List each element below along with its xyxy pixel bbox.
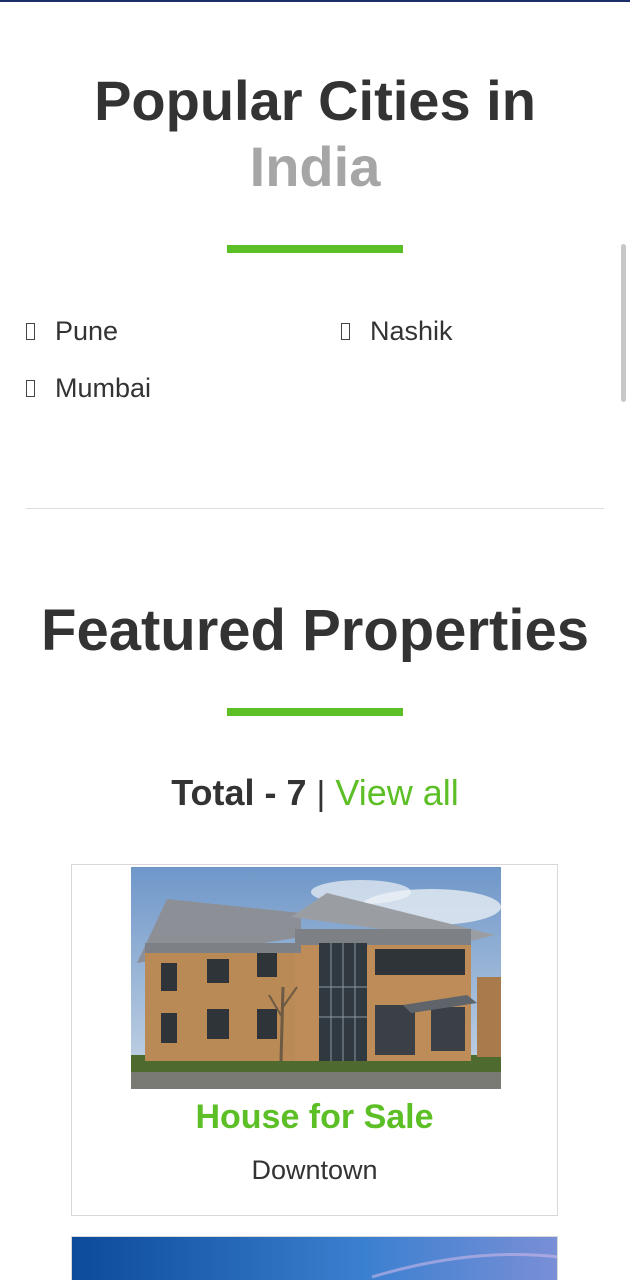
cities-title-line1: Popular Cities in bbox=[94, 69, 536, 132]
city-label: Pune bbox=[55, 316, 119, 346]
location-icon bbox=[26, 323, 35, 340]
property-image[interactable] bbox=[131, 867, 501, 1089]
location-icon bbox=[341, 323, 350, 340]
city-link-mumbai[interactable]: Mumbai bbox=[26, 373, 151, 404]
cities-section-title: Popular Cities in India bbox=[0, 68, 630, 200]
property-location: Downtown bbox=[251, 1155, 378, 1185]
page: Popular Cities in India Pune Nashik Mumb… bbox=[0, 0, 630, 1280]
property-title[interactable]: House for Sale bbox=[72, 1097, 557, 1137]
location-icon bbox=[26, 380, 35, 397]
property-card[interactable] bbox=[71, 1236, 558, 1280]
property-card[interactable]: House for Sale Downtown bbox=[71, 864, 558, 1216]
city-link-pune[interactable]: Pune bbox=[26, 316, 118, 347]
separator: | bbox=[316, 775, 326, 813]
featured-section-title: Featured Properties bbox=[41, 598, 589, 663]
office-building-photo bbox=[131, 867, 501, 1089]
total-count: Total - 7 bbox=[171, 772, 307, 813]
scrollbar[interactable] bbox=[621, 244, 626, 402]
title-underline bbox=[227, 708, 403, 716]
blue-sky-photo bbox=[72, 1237, 557, 1280]
view-all-link[interactable]: View all bbox=[335, 772, 458, 813]
cities-title-line2: India bbox=[249, 135, 381, 198]
top-border bbox=[0, 0, 630, 2]
section-divider bbox=[26, 508, 604, 509]
total-line: Total - 7 | View all bbox=[0, 770, 630, 817]
title-underline bbox=[227, 245, 403, 253]
city-label: Nashik bbox=[370, 316, 453, 346]
city-link-nashik[interactable]: Nashik bbox=[341, 316, 453, 347]
city-label: Mumbai bbox=[55, 373, 152, 403]
